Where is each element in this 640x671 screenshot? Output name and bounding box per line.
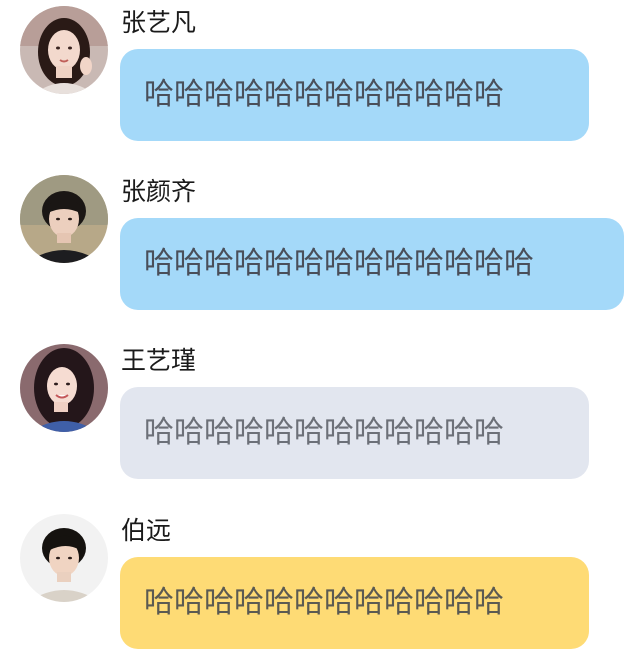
avatar[interactable] xyxy=(20,514,108,602)
avatar[interactable] xyxy=(20,175,108,263)
avatar-photo-woman-icon xyxy=(20,344,108,432)
message-bubble[interactable]: 哈哈哈哈哈哈哈哈哈哈哈哈 xyxy=(120,49,589,141)
avatar-photo-man-icon xyxy=(20,175,108,263)
chat-transcript: 张艺凡 哈哈哈哈哈哈哈哈哈哈哈哈 张颜齐 哈哈哈哈哈哈哈哈哈哈哈哈哈 王艺瑾 哈… xyxy=(0,0,640,671)
message-bubble[interactable]: 哈哈哈哈哈哈哈哈哈哈哈哈哈 xyxy=(120,218,624,310)
avatar[interactable] xyxy=(20,6,108,94)
avatar-photo-man-icon xyxy=(20,514,108,602)
message-bubble[interactable]: 哈哈哈哈哈哈哈哈哈哈哈哈 xyxy=(120,387,589,479)
sender-name: 伯远 xyxy=(121,516,172,545)
sender-name: 张艺凡 xyxy=(121,8,197,37)
avatar[interactable] xyxy=(20,344,108,432)
sender-name: 王艺瑾 xyxy=(121,346,197,375)
message-bubble[interactable]: 哈哈哈哈哈哈哈哈哈哈哈哈 xyxy=(120,557,589,649)
avatar-photo-woman-icon xyxy=(20,6,108,94)
sender-name: 张颜齐 xyxy=(121,177,197,206)
